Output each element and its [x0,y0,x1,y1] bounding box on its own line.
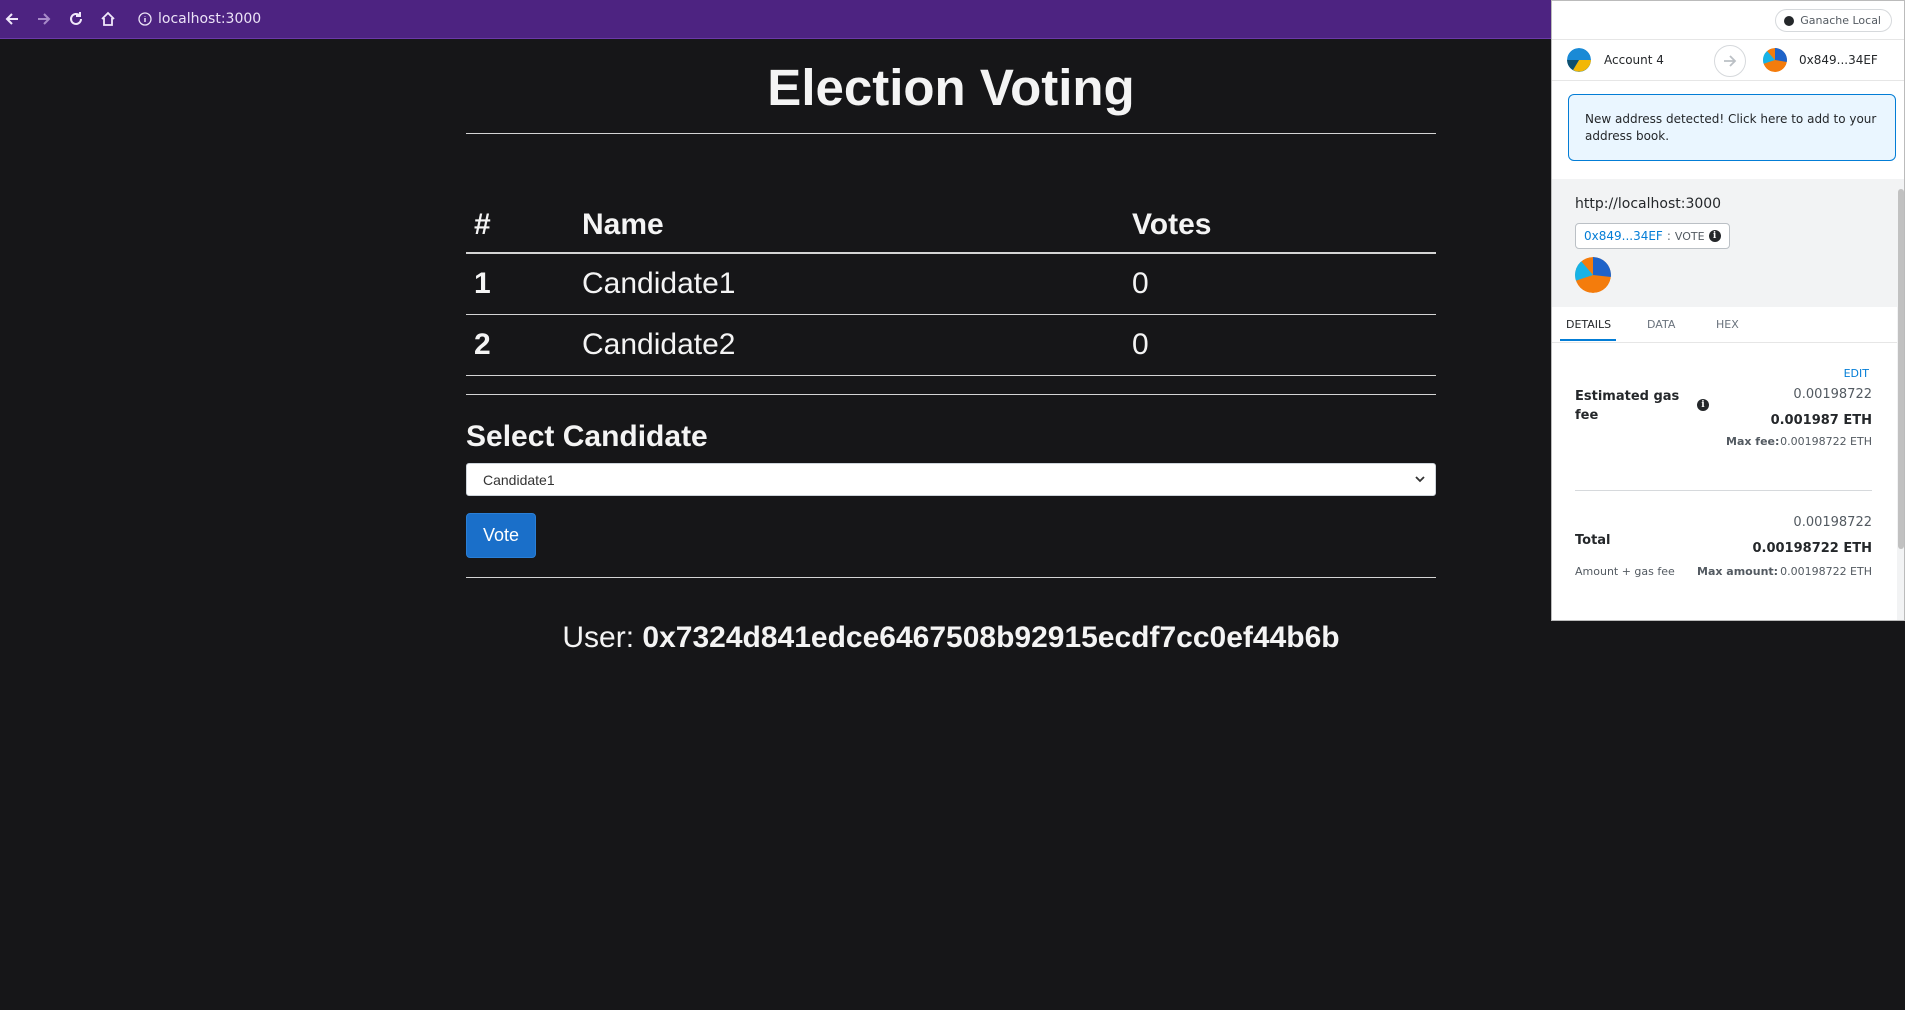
transaction-tabs: DETAILS DATA HEX [1552,307,1897,343]
address-bar[interactable]: localhost:3000 [138,9,261,29]
gas-fee-value: 0.001987 ETH [1770,413,1872,428]
max-amount-value: 0.00198722 ETH [1780,565,1872,578]
reload-icon [70,12,82,25]
url-text[interactable]: localhost:3000 [158,11,261,27]
row-rank: 2 [466,314,574,376]
transfer-arrow [1714,45,1746,77]
home-icon [101,11,115,26]
method-separator: : [1666,229,1671,243]
from-account-name: Account 4 [1604,53,1664,67]
table-bottom-divider [466,394,1436,395]
gas-fee-value-small: 0.00198722 [1793,387,1872,402]
forward-button[interactable] [32,7,56,31]
method-name: VOTE [1674,229,1705,243]
header-rank: # [466,198,574,254]
details-panel: EDIT Estimated gas fee i 0.00198722 0.00… [1552,343,1897,620]
total-value-small: 0.00198722 [1793,515,1872,530]
max-fee-value: 0.00198722 ETH [1780,435,1872,448]
table-header-row: # Name Votes [466,198,1436,254]
scroll-thumb[interactable] [1898,189,1904,549]
max-amount-label: Max amount: [1697,565,1779,578]
table-row: 2 Candidate2 0 [466,314,1436,376]
vote-divider [466,577,1436,578]
transaction-panel: http://localhost:3000 0x849...34EF : VOT… [1552,179,1904,620]
tab-details[interactable]: DETAILS [1566,318,1611,331]
reload-button[interactable] [64,7,88,31]
row-name: Candidate1 [574,253,1124,315]
contract-avatar [1575,257,1611,293]
candidate-select[interactable]: Candidate1 [466,463,1436,496]
row-rank: 1 [466,253,574,315]
forward-arrow-icon [38,13,51,25]
candidates-table: # Name Votes 1 Candidate1 0 2 Candidate2… [466,198,1436,376]
to-account-address: 0x849...34EF [1799,53,1878,67]
tab-data[interactable]: DATA [1647,318,1675,331]
info-icon: i [1708,230,1721,242]
details-divider [1575,490,1872,491]
row-votes: 0 [1124,314,1436,376]
account-row: Account 4 0x849...34EF [1552,39,1904,81]
account-avatar [1567,48,1591,72]
active-tab-indicator [1560,339,1616,341]
user-address: 0x7324d841edce6467508b92915ecdf7cc0ef44b… [642,621,1340,654]
network-dot-icon [1784,15,1795,26]
info-icon [138,12,152,26]
user-label: User: [562,621,635,654]
info-icon[interactable]: i [1697,399,1709,411]
back-button[interactable] [0,7,24,31]
tab-hex[interactable]: HEX [1716,318,1739,331]
header-name: Name [574,198,1124,254]
header-votes: Votes [1124,198,1436,254]
candidate-select-value: Candidate1 [483,471,555,488]
network-selector[interactable]: Ganache Local [1775,9,1892,32]
method-address: 0x849...34EF [1584,229,1663,243]
recipient-avatar [1763,48,1787,72]
right-arrow-icon [1724,55,1737,67]
total-value: 0.00198722 ETH [1752,541,1872,556]
new-address-banner[interactable]: New address detected! Click here to add … [1568,94,1896,161]
total-label: Total [1575,533,1611,548]
method-pill[interactable]: 0x849...34EF : VOTE i [1575,223,1730,249]
from-account[interactable]: Account 4 [1567,48,1664,72]
row-name: Candidate2 [574,314,1124,376]
origin-url: http://localhost:3000 [1575,196,1722,212]
network-name: Ganache Local [1800,14,1881,27]
user-address-line: User: 0x7324d841edce6467508b92915ecdf7cc… [466,621,1436,655]
home-button[interactable] [96,7,120,31]
back-arrow-icon [5,13,18,25]
edit-button[interactable]: EDIT [1844,367,1869,380]
chevron-down-icon [1415,476,1425,483]
metamask-popup: Ganache Local Account 4 0x849...34EF New… [1551,0,1905,621]
popup-scrollbar[interactable] [1898,179,1904,619]
page-title: Election Voting [767,59,1135,116]
select-candidate-label: Select Candidate [466,420,708,453]
to-account[interactable]: 0x849...34EF [1763,48,1878,72]
row-votes: 0 [1124,253,1436,315]
max-fee-label: Max fee: [1726,435,1780,448]
gas-fee-label: Estimated gas fee [1575,389,1680,423]
table-row: 1 Candidate1 0 [466,253,1436,315]
amount-gas-label: Amount + gas fee [1575,565,1675,578]
vote-button[interactable]: Vote [466,513,536,558]
title-divider [466,133,1436,134]
